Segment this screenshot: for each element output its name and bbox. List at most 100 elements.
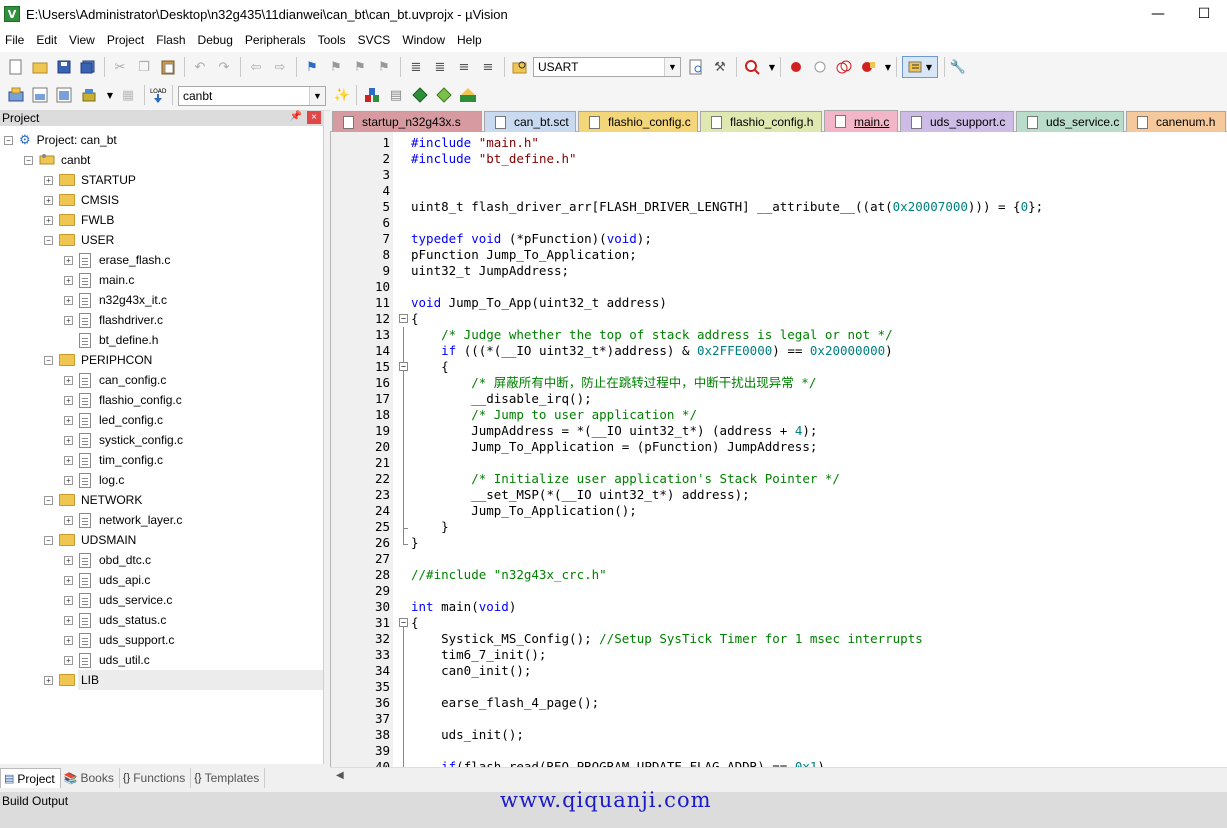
expand-icon[interactable]: + [64, 435, 73, 445]
fold-toggle-icon[interactable]: − [399, 362, 408, 371]
tree-group-fwlb[interactable]: + FWLB [44, 210, 114, 230]
tree-file[interactable]: + systick_config.c [64, 430, 183, 450]
expand-icon[interactable]: + [64, 515, 73, 525]
file-tab[interactable]: uds_support.c [900, 111, 1014, 132]
select-packs-icon[interactable]: ▤ [386, 85, 406, 105]
build-icon[interactable] [30, 85, 50, 105]
tree-file[interactable]: + flashdriver.c [64, 310, 163, 330]
insert-breakpoint-icon[interactable] [786, 57, 806, 77]
component-icon[interactable] [458, 85, 478, 105]
code-line[interactable]: 36 earse_flash_4_page(); [331, 695, 1227, 711]
expand-icon[interactable]: + [64, 595, 73, 605]
batch-build-icon[interactable] [80, 85, 100, 105]
menu-svcs[interactable]: SVCS [353, 33, 398, 47]
comment-icon[interactable]: ≡ [454, 57, 474, 77]
tab-project[interactable]: ▤ Project [0, 768, 61, 788]
expand-icon[interactable]: + [64, 635, 73, 645]
menu-peripherals[interactable]: Peripherals [240, 33, 313, 47]
tree-file[interactable]: + obd_dtc.c [64, 550, 151, 570]
paste-icon[interactable] [158, 57, 178, 77]
tree-file[interactable]: + main.c [64, 270, 134, 290]
collapse-icon[interactable]: − [44, 495, 53, 505]
menu-file[interactable]: File [0, 33, 31, 47]
code-line[interactable]: 5 uint8_t flash_driver_arr[FLASH_DRIVER_L… [331, 199, 1227, 215]
tree-group-startup[interactable]: + STARTUP [44, 170, 136, 190]
code-line[interactable]: 38 uds_init(); [331, 727, 1227, 743]
file-tab[interactable]: uds_service.c [1016, 111, 1124, 132]
enable-breakpoint-icon[interactable] [810, 57, 830, 77]
tree-file[interactable]: + led_config.c [64, 410, 163, 430]
code-line[interactable]: 30 int main(void) [331, 599, 1227, 615]
tree-group-udsmain[interactable]: − UDSMAIN [44, 530, 136, 550]
code-line[interactable]: 3 [331, 167, 1227, 183]
chevron-down-icon[interactable]: ▼ [878, 57, 898, 77]
expand-icon[interactable]: + [64, 375, 73, 385]
code-line[interactable]: 25 } [331, 519, 1227, 535]
find-in-files-icon[interactable] [510, 57, 530, 77]
tree-group-periphcon[interactable]: − PERIPHCON [44, 350, 152, 370]
unindent-icon[interactable]: ≣ [430, 57, 450, 77]
code-editor[interactable]: 1 #include "main.h" 2 #include "bt_define.h… [330, 132, 1227, 767]
code-line[interactable]: 19 JumpAddress = *(__IO uint32_t*) (addr… [331, 423, 1227, 439]
menu-help[interactable]: Help [452, 33, 489, 47]
find-combo[interactable]: USART ▼ [533, 57, 681, 77]
expand-icon[interactable]: + [44, 215, 53, 225]
translate-icon[interactable] [6, 85, 26, 105]
file-tab[interactable]: canenum.h [1126, 111, 1226, 132]
tab-templates[interactable]: {} Templates [191, 768, 266, 788]
configure-wrench-icon[interactable]: 🔧 [948, 57, 968, 77]
tree-file[interactable]: + erase_flash.c [64, 250, 170, 270]
fold-toggle-icon[interactable]: − [399, 618, 408, 627]
code-line[interactable]: 8 pFunction Jump_To_Application; [331, 247, 1227, 263]
collapse-icon[interactable]: − [44, 535, 53, 545]
menu-view[interactable]: View [64, 33, 102, 47]
horizontal-scrollbar[interactable]: ◀ [330, 767, 1227, 784]
tree-group-network[interactable]: − NETWORK [44, 490, 142, 510]
new-file-icon[interactable] [6, 57, 26, 77]
debug-session-icon[interactable] [742, 57, 762, 77]
chevron-down-icon[interactable]: ▼ [309, 87, 325, 105]
navigate-forward-icon[interactable]: ⇨ [270, 57, 290, 77]
menu-edit[interactable]: Edit [31, 33, 64, 47]
save-all-icon[interactable] [78, 57, 98, 77]
code-line[interactable]: 35 [331, 679, 1227, 695]
file-tab[interactable]: startup_n32g43x.s [332, 111, 482, 132]
tree-node-target[interactable]: − canbt [24, 150, 90, 170]
navigate-back-icon[interactable]: ⇦ [246, 57, 266, 77]
expand-icon[interactable]: + [64, 255, 73, 265]
code-line[interactable]: 15− { [331, 359, 1227, 375]
code-line[interactable]: 24 Jump_To_Application(); [331, 503, 1227, 519]
tree-group-cmsis[interactable]: + CMSIS [44, 190, 119, 210]
code-line[interactable]: 18 /* Jump to user application */ [331, 407, 1227, 423]
menu-tools[interactable]: Tools [313, 33, 353, 47]
tree-file[interactable]: + uds_util.c [64, 650, 150, 670]
copy-icon[interactable]: ❐ [134, 57, 154, 77]
pack-installer-icon[interactable] [410, 85, 430, 105]
scroll-left-icon[interactable]: ◀ [336, 770, 344, 781]
expand-icon[interactable]: + [64, 475, 73, 485]
expand-icon[interactable]: + [44, 195, 53, 205]
menu-window[interactable]: Window [397, 33, 452, 47]
code-line[interactable]: 37 [331, 711, 1227, 727]
code-line[interactable]: 4 [331, 183, 1227, 199]
code-line[interactable]: 23 __set_MSP(*(__IO uint32_t*) address); [331, 487, 1227, 503]
expand-icon[interactable]: + [44, 175, 53, 185]
rebuild-icon[interactable] [54, 85, 74, 105]
menu-debug[interactable]: Debug [193, 33, 240, 47]
expand-icon[interactable]: + [64, 615, 73, 625]
code-line[interactable]: 33 tim6_7_init(); [331, 647, 1227, 663]
tree-file[interactable]: bt_define.h [79, 330, 158, 350]
manage-project-items-icon[interactable] [362, 85, 382, 105]
code-line[interactable]: 11 void Jump_To_App(uint32_t address) [331, 295, 1227, 311]
expand-icon[interactable]: + [64, 275, 73, 285]
code-line[interactable]: 31−{ [331, 615, 1227, 631]
expand-icon[interactable]: + [64, 295, 73, 305]
disable-breakpoints-icon[interactable] [834, 57, 854, 77]
code-line[interactable]: 20 Jump_To_Application = (pFunction) Jum… [331, 439, 1227, 455]
chevron-down-icon[interactable]: ▼ [100, 85, 120, 105]
code-line[interactable]: 2 #include "bt_define.h" [331, 151, 1227, 167]
collapse-icon[interactable]: − [44, 355, 53, 365]
indent-icon[interactable]: ≣ [406, 57, 426, 77]
file-tab[interactable]: flashio_config.c [578, 111, 698, 132]
code-line[interactable]: 28 //#include "n32g43x_crc.h" [331, 567, 1227, 583]
